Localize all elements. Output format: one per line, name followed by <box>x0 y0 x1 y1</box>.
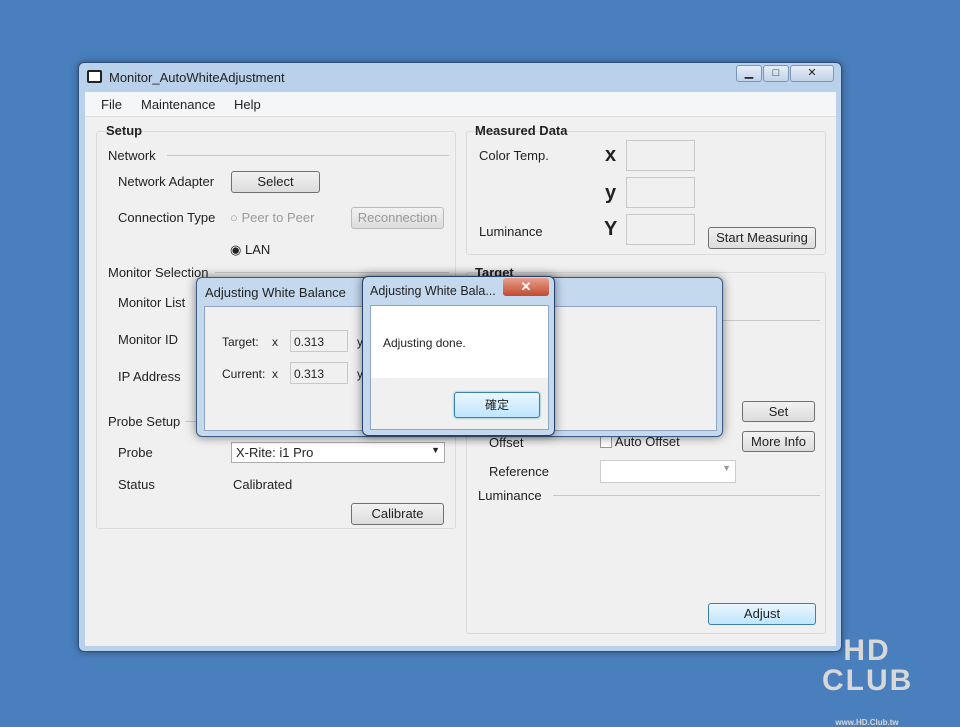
current-label: Current: <box>222 367 266 381</box>
y-value-field[interactable] <box>626 177 695 208</box>
current-x-label: x <box>272 367 278 381</box>
message-box-close-button[interactable]: ✕ <box>503 278 549 296</box>
minimize-button[interactable]: ▁ <box>736 65 762 82</box>
chevron-down-icon: ▼ <box>722 463 731 473</box>
status-label: Status <box>118 477 155 492</box>
message-box-title: Adjusting White Bala... <box>370 284 496 298</box>
lan-radio[interactable]: ◉ LAN <box>230 242 270 258</box>
network-label: Network <box>108 148 156 163</box>
target-label: Target: <box>222 335 259 349</box>
probe-value: X-Rite: i1 Pro <box>236 445 314 460</box>
app-icon <box>87 70 102 83</box>
title-bar[interactable]: Monitor_AutoWhiteAdjustment ▁ □ ✕ <box>79 63 841 91</box>
x-value-field[interactable] <box>626 140 695 171</box>
target-x-field[interactable]: 0.313 <box>290 330 348 352</box>
reference-label: Reference <box>489 464 549 479</box>
offset-label: Offset <box>489 435 524 450</box>
lan-label: LAN <box>244 242 271 257</box>
monitor-list-label: Monitor List <box>118 295 186 310</box>
message-text: Adjusting done. <box>383 336 466 350</box>
start-measuring-button[interactable]: Start Measuring <box>708 227 816 249</box>
watermark-logo: HD CLUB <box>822 634 914 697</box>
probe-dropdown[interactable]: X-Rite: i1 Pro ▼ <box>231 442 445 463</box>
maximize-button[interactable]: □ <box>763 65 789 82</box>
adjusting-dialog-title: Adjusting White Balance <box>205 285 346 300</box>
menu-maintenance[interactable]: Maintenance <box>141 97 215 112</box>
monitor-selection-label: Monitor Selection <box>108 265 209 280</box>
chevron-down-icon: ▼ <box>431 445 440 455</box>
menu-file[interactable]: File <box>101 97 122 112</box>
color-temp-label: Color Temp. <box>479 148 549 163</box>
hd-club-watermark: HD CLUB www.HD.Club.tw <box>822 634 914 727</box>
connection-type-label: Connection Type <box>118 210 216 225</box>
probe-setup-label: Probe Setup <box>108 414 181 429</box>
peer-to-peer-label: Peer to Peer <box>241 210 315 225</box>
status-value: Calibrated <box>233 477 293 492</box>
current-x-field[interactable]: 0.313 <box>290 362 348 384</box>
menu-help[interactable]: Help <box>234 97 261 112</box>
monitor-id-label: Monitor ID <box>118 332 178 347</box>
watermark-url: www.HD.Club.tw <box>835 718 899 727</box>
close-button[interactable]: ✕ <box>790 65 834 82</box>
measured-data-title: Measured Data <box>475 123 568 138</box>
y-label: y <box>605 182 617 204</box>
reference-dropdown[interactable]: ▼ <box>600 460 736 483</box>
target-luminance-label: Luminance <box>478 488 542 503</box>
ip-address-label: IP Address <box>118 369 181 384</box>
x-label: x <box>605 144 617 166</box>
network-adapter-label: Network Adapter <box>118 174 215 189</box>
message-box: Adjusting White Bala... ✕ Adjusting done… <box>362 276 555 436</box>
ok-button[interactable]: 確定 <box>454 392 540 418</box>
Y-label: Y <box>604 218 618 240</box>
peer-to-peer-radio[interactable]: ○ Peer to Peer <box>230 210 314 225</box>
setup-title: Setup <box>106 123 143 138</box>
Y-value-field[interactable] <box>626 214 695 245</box>
reconnection-button[interactable]: Reconnection <box>351 207 444 229</box>
probe-label: Probe <box>118 445 153 460</box>
select-button[interactable]: Select <box>231 171 320 193</box>
window-title: Monitor_AutoWhiteAdjustment <box>109 70 285 85</box>
checkbox-icon <box>600 436 612 448</box>
luminance-label: Luminance <box>479 224 543 239</box>
calibrate-button[interactable]: Calibrate <box>351 503 444 525</box>
set-button[interactable]: Set <box>742 401 815 422</box>
more-info-button[interactable]: More Info <box>742 431 815 452</box>
target-x-label: x <box>272 335 278 349</box>
adjust-button[interactable]: Adjust <box>708 603 816 625</box>
menu-bar: File Maintenance Help <box>85 92 836 117</box>
